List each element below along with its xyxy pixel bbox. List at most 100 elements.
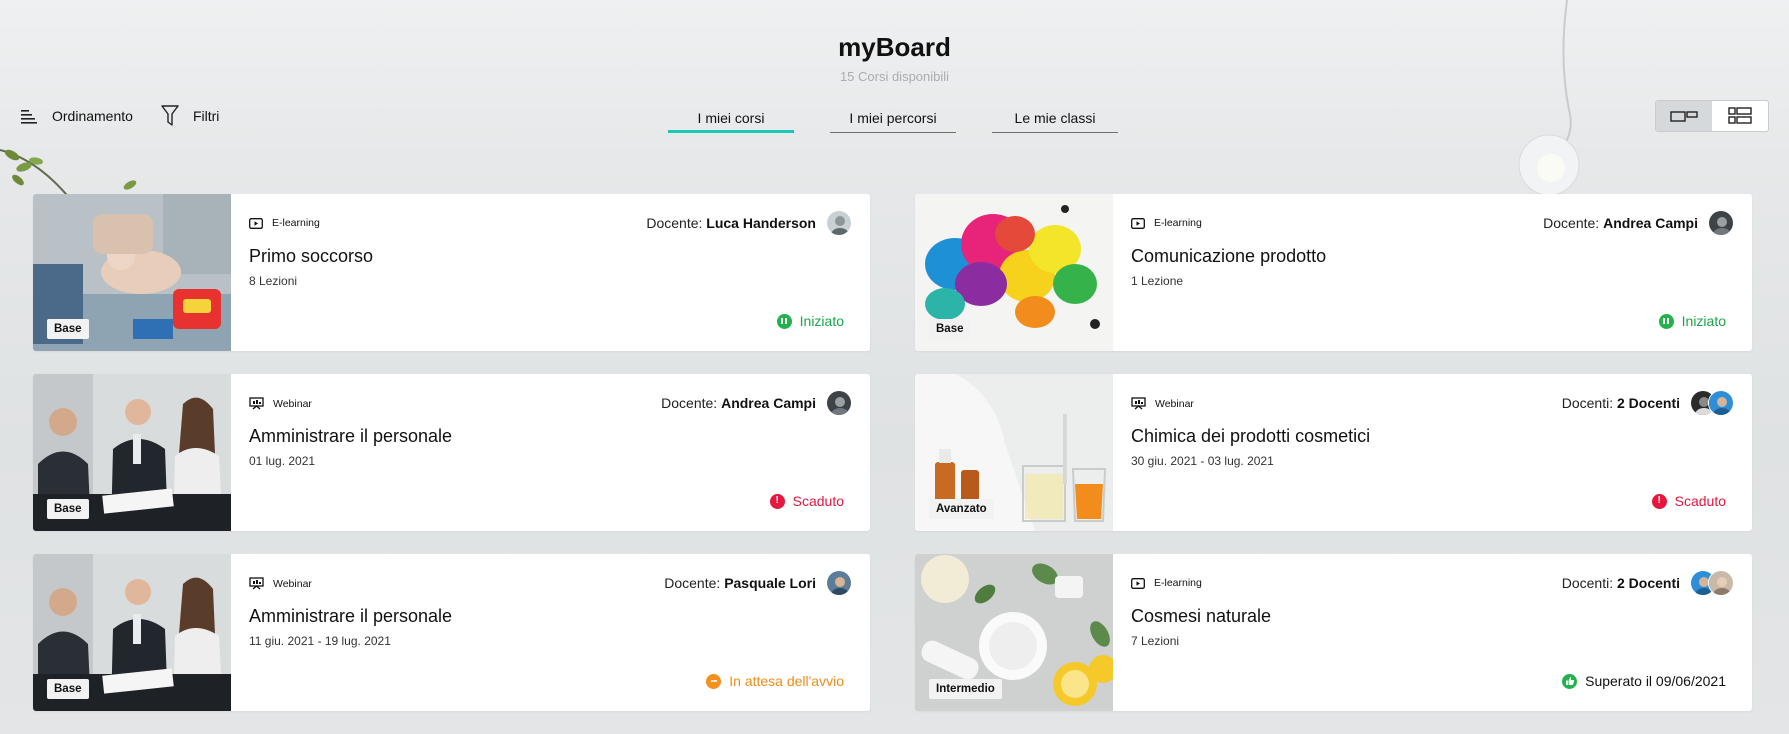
course-type-label: Webinar — [273, 397, 312, 410]
alert-icon: ! — [769, 493, 785, 509]
course-meta: 11 giu. 2021 - 19 lug. 2021 — [249, 634, 391, 648]
tab-my-paths[interactable]: I miei percorsi — [830, 110, 956, 133]
course-title: Comunicazione prodotto — [1131, 246, 1327, 266]
page-header: myBoard 15 Corsi disponibili Ordinamento… — [0, 0, 1789, 150]
course-thumbnail: Intermedio — [915, 554, 1113, 711]
course-thumbnail: Avanzato — [915, 374, 1113, 531]
card-view-icon — [1670, 111, 1698, 122]
teacher-name: 2 Docenti — [1616, 395, 1680, 411]
avatar[interactable] — [1708, 390, 1734, 416]
teacher-name: Andrea Campi — [721, 395, 816, 411]
teacher-info: Docente: Andrea Campi — [1543, 210, 1734, 236]
status-label: Scaduto — [792, 493, 844, 509]
list-view-button[interactable] — [1712, 101, 1768, 131]
list-view-icon — [1728, 107, 1752, 124]
course-meta: 7 Lezioni — [1131, 634, 1180, 648]
teacher-label: Docenti: — [1561, 575, 1614, 591]
sort-label: Ordinamento — [52, 108, 133, 124]
courses-count: 15 Corsi disponibili — [839, 69, 950, 84]
teacher-info: Docente: Luca Handerson — [646, 210, 852, 236]
sort-button[interactable]: Ordinamento — [20, 108, 133, 124]
status-badge: Iniziato — [1658, 313, 1726, 329]
course-type: E-learning — [1131, 217, 1202, 229]
status-badge: In attesa dell'avvio — [706, 673, 844, 689]
course-card[interactable]: Avanzato Webinar Docenti: 2 Docenti Chim… — [915, 374, 1752, 531]
teacher-name: Luca Handerson — [706, 215, 816, 231]
page-title: myBoard — [838, 32, 951, 62]
presentation-icon — [249, 577, 264, 590]
teacher-name: Pasquale Lori — [724, 575, 816, 591]
course-type-label: E-learning — [1154, 217, 1202, 229]
course-type: Webinar — [249, 397, 312, 410]
avatar[interactable] — [826, 390, 852, 416]
presentation-icon — [1131, 397, 1146, 410]
course-meta: 01 lug. 2021 — [249, 454, 316, 468]
course-meta: 8 Lezioni — [249, 274, 298, 288]
course-type-label: E-learning — [272, 217, 320, 229]
course-type: Webinar — [249, 577, 312, 590]
sort-icon — [21, 110, 37, 124]
status-badge: ! Scaduto — [1651, 493, 1726, 509]
level-badge: Base — [47, 319, 89, 339]
course-type-label: Webinar — [1155, 397, 1194, 410]
filter-button[interactable]: Filtri — [161, 105, 219, 127]
course-title: Amministrare il personale — [249, 426, 453, 446]
card-view-button[interactable] — [1656, 101, 1712, 131]
tab-my-courses[interactable]: I miei corsi — [668, 110, 794, 133]
course-title: Amministrare il personale — [249, 606, 453, 626]
video-icon — [1131, 577, 1145, 589]
pause-icon — [776, 313, 792, 329]
alert-icon: ! — [1651, 493, 1667, 509]
thumbs-up-icon — [1562, 673, 1578, 689]
status-label: Iniziato — [1681, 313, 1726, 329]
course-title: Primo soccorso — [249, 246, 374, 266]
status-badge: Iniziato — [776, 313, 844, 329]
presentation-icon — [249, 397, 264, 410]
tab-my-classes[interactable]: Le mie classi — [992, 110, 1118, 133]
course-card[interactable]: Base E-learning Docente: Andrea Campi Co… — [915, 194, 1752, 351]
level-badge: Base — [47, 499, 89, 519]
view-toggle — [1655, 100, 1769, 132]
course-card[interactable]: Base E-learning Docente: Luca Handerson … — [33, 194, 870, 351]
course-card[interactable]: Base Webinar Docente: Andrea Campi Ammin… — [33, 374, 870, 531]
course-meta: 1 Lezione — [1131, 274, 1184, 288]
filter-icon — [161, 105, 179, 126]
toolbar: Ordinamento Filtri — [20, 105, 219, 127]
course-tabs: I miei corsi I miei percorsi Le mie clas… — [668, 110, 1118, 133]
video-icon — [249, 217, 263, 229]
level-badge: Base — [929, 319, 971, 339]
avatar[interactable] — [826, 570, 852, 596]
course-title: Cosmesi naturale — [1131, 606, 1272, 626]
course-thumbnail: Base — [33, 554, 231, 711]
status-label: Scaduto — [1674, 493, 1726, 509]
teacher-info: Docenti: 2 Docenti — [1562, 390, 1734, 416]
teacher-info: Docente: Andrea Campi — [661, 390, 852, 416]
avatar[interactable] — [1708, 570, 1734, 596]
teacher-name: Andrea Campi — [1603, 215, 1698, 231]
course-thumbnail: Base — [33, 194, 231, 351]
avatar[interactable] — [1708, 210, 1734, 236]
course-meta: 30 giu. 2021 - 03 lug. 2021 — [1131, 454, 1274, 468]
course-grid: Base E-learning Docente: Luca Handerson … — [33, 194, 1756, 711]
course-card[interactable]: Intermedio E-learning Docenti: 2 Docenti — [915, 554, 1752, 711]
teacher-info: Docente: Pasquale Lori — [664, 570, 852, 596]
teacher-label: Docente: — [664, 575, 721, 591]
course-type-label: Webinar — [273, 577, 312, 590]
level-badge: Base — [47, 679, 89, 699]
status-badge: ! Scaduto — [769, 493, 844, 509]
teacher-label: Docente: — [661, 395, 718, 411]
course-type-label: E-learning — [1154, 577, 1202, 589]
course-type: Webinar — [1131, 397, 1194, 410]
teacher-name: 2 Docenti — [1616, 575, 1680, 591]
teacher-label: Docente: — [1543, 215, 1600, 231]
teacher-label: Docenti: — [1561, 395, 1614, 411]
filter-label: Filtri — [192, 108, 220, 124]
course-thumbnail: Base — [915, 194, 1113, 351]
level-badge: Avanzato — [929, 499, 994, 519]
course-type: E-learning — [1131, 577, 1202, 589]
avatar[interactable] — [826, 210, 852, 236]
status-badge: Superato il 09/06/2021 — [1562, 673, 1726, 689]
teacher-label: Docente: — [646, 215, 703, 231]
course-card[interactable]: Base Webinar Docente: Pasquale Lori Ammi… — [33, 554, 870, 711]
course-title: Chimica dei prodotti cosmetici — [1131, 426, 1371, 446]
